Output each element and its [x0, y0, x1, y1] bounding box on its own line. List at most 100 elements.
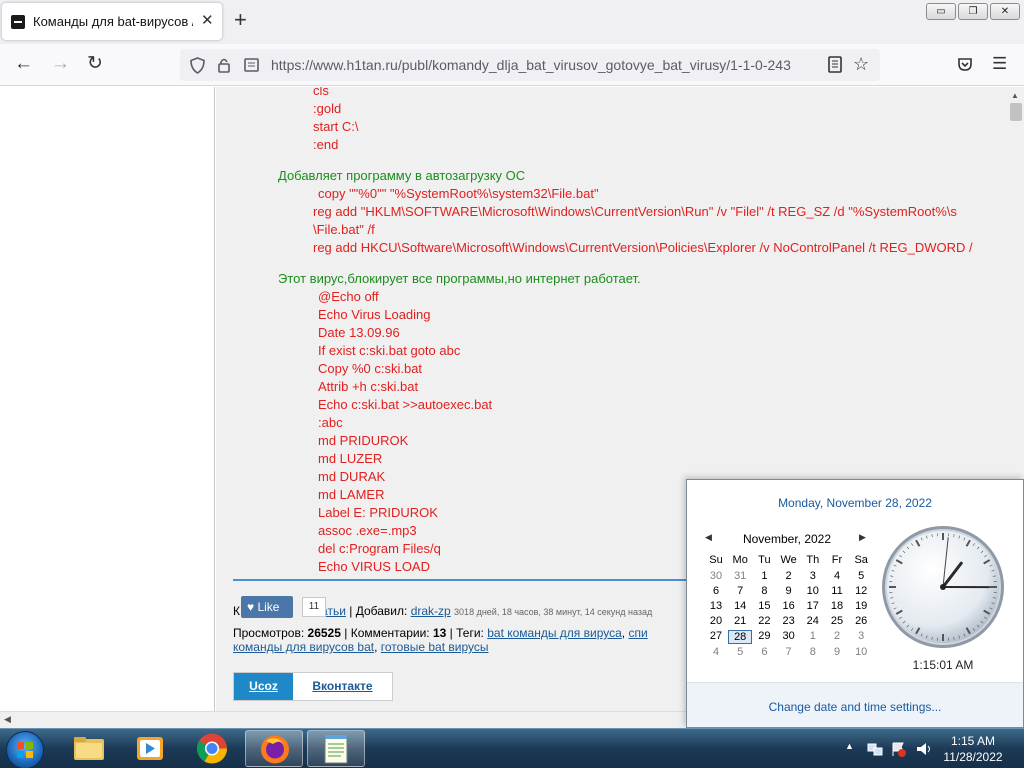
weekday-header: Fr	[831, 554, 843, 566]
taskbar-date: 11/28/2022	[943, 750, 1003, 764]
code-line: md LAMER	[318, 487, 385, 502]
code-line: :gold	[313, 101, 342, 116]
full-date-link[interactable]: Monday, November 28, 2022	[687, 496, 1023, 510]
calendar-day[interactable]: 28	[728, 630, 753, 645]
calendar-day[interactable]: 17	[801, 600, 825, 612]
tab-close-button[interactable]: ✕	[201, 11, 214, 29]
calendar-day[interactable]: 23	[777, 615, 801, 627]
calendar-day[interactable]: 13	[704, 600, 728, 612]
lock-icon[interactable]	[217, 57, 231, 74]
calendar-day[interactable]: 30	[704, 570, 728, 582]
calendar-day[interactable]: 9	[777, 585, 801, 597]
code-line: del c:Program Files/q	[318, 541, 441, 556]
start-orb-icon[interactable]	[6, 731, 44, 768]
speaker-icon[interactable]	[915, 741, 933, 757]
tray-overflow-icon[interactable]: ▲	[845, 741, 854, 751]
calendar-day[interactable]: 19	[849, 600, 873, 612]
calendar-day[interactable]: 4	[825, 570, 849, 582]
calendar-day[interactable]: 3	[801, 570, 825, 582]
bookmark-star-icon[interactable]: ☆	[853, 53, 869, 75]
calendar-day[interactable]: 8	[801, 646, 825, 658]
calendar-day[interactable]: 5	[728, 646, 752, 658]
back-arrow-icon[interactable]: ←	[14, 53, 33, 75]
calendar-day[interactable]: 7	[728, 585, 752, 597]
next-month-icon[interactable]: ▶	[859, 532, 866, 543]
shield-icon[interactable]	[190, 57, 205, 74]
firefox-taskbar-button[interactable]	[245, 730, 303, 767]
calendar-day[interactable]: 21	[728, 615, 752, 627]
page-icon[interactable]	[244, 58, 259, 72]
new-tab-button[interactable]: +	[234, 9, 247, 31]
calendar-day[interactable]: 8	[752, 585, 776, 597]
calendar-day[interactable]: 31	[728, 570, 752, 582]
calendar-day[interactable]: 2	[777, 570, 801, 582]
reload-icon[interactable]: ↻	[87, 53, 103, 75]
restore-button[interactable]: ❐	[958, 3, 988, 20]
weekday-header: Sa	[854, 554, 868, 566]
weekday-header: We	[780, 554, 797, 566]
calendar-day[interactable]: 29	[752, 630, 776, 642]
minimize-button[interactable]: ▭	[926, 3, 956, 20]
calendar-day[interactable]: 12	[849, 585, 873, 597]
calendar-day[interactable]: 1	[801, 630, 825, 642]
calendar-day[interactable]: 27	[704, 630, 728, 642]
taskbar-time: 1:15 AM	[950, 734, 996, 748]
calendar-day[interactable]: 15	[752, 600, 776, 612]
calendar-day[interactable]: 1	[752, 570, 776, 582]
calendar-day[interactable]: 24	[801, 615, 825, 627]
calendar-day[interactable]: 10	[801, 585, 825, 597]
calendar-day[interactable]: 9	[825, 646, 849, 658]
scroll-up-icon[interactable]: ▲	[1011, 91, 1019, 100]
menu-icon[interactable]: ☰	[992, 53, 1007, 75]
calendar-month[interactable]: November, 2022	[705, 532, 869, 546]
notepad-icon	[324, 735, 348, 764]
reader-icon[interactable]	[828, 56, 842, 73]
flag-icon[interactable]	[890, 741, 906, 757]
calendar-day[interactable]: 3	[849, 630, 873, 642]
calendar-day[interactable]: 20	[704, 615, 728, 627]
content-divider	[233, 579, 693, 581]
network-icon[interactable]	[867, 741, 883, 757]
calendar-day[interactable]: 6	[704, 585, 728, 597]
vk-share-button[interactable]: Вконтакте	[293, 673, 392, 700]
tag-link[interactable]: спи	[628, 626, 647, 640]
taskbar-clock[interactable]: 1:15 AM 11/28/2022	[936, 733, 1010, 765]
calendar-day[interactable]: 16	[777, 600, 801, 612]
popup-footer: Change date and time settings...	[687, 682, 1023, 727]
calendar-day[interactable]: 2	[825, 630, 849, 642]
weekday-header: Su	[709, 554, 723, 566]
calendar-day[interactable]: 10	[849, 646, 873, 658]
tag-link[interactable]: команды для вирусов bat	[233, 640, 374, 654]
author-link[interactable]: drak-zp	[411, 604, 451, 618]
browser-tab[interactable]: Команды для bat-вирусов / Го ✕	[2, 3, 222, 40]
popup-time: 1:15:01 AM	[912, 658, 974, 672]
calendar-day[interactable]: 11	[825, 585, 849, 597]
calendar-day[interactable]: 14	[728, 600, 752, 612]
tag-link[interactable]: готовые bat вирусы	[381, 640, 489, 654]
change-date-time-link[interactable]: Change date and time settings...	[687, 700, 1023, 714]
chrome-taskbar-button[interactable]	[183, 730, 241, 767]
calendar-day[interactable]: 7	[777, 646, 801, 658]
explorer-taskbar-button[interactable]	[60, 730, 118, 767]
calendar-day[interactable]: 30	[777, 630, 801, 642]
forward-arrow-icon[interactable]: →	[51, 53, 70, 75]
calendar-day[interactable]: 26	[849, 615, 873, 627]
calendar-day[interactable]: 18	[825, 600, 849, 612]
calendar-day[interactable]: 6	[752, 646, 776, 658]
weekday-header: Th	[806, 554, 820, 566]
calendar-day[interactable]: 25	[825, 615, 849, 627]
calendar-day[interactable]: 4	[704, 646, 728, 658]
calendar-day[interactable]: 5	[849, 570, 873, 582]
calendar-day[interactable]: 22	[752, 615, 776, 627]
address-bar[interactable]: https://www.h1tan.ru/publ/komandy_dlja_b…	[180, 49, 880, 81]
window-close-button[interactable]: ✕	[990, 3, 1020, 20]
tag-link[interactable]: bat команды для вируса	[487, 626, 622, 640]
scroll-left-icon[interactable]: ◀	[4, 714, 11, 725]
ucoz-share-button[interactable]: Ucoz	[234, 673, 293, 700]
scroll-thumb[interactable]	[1010, 103, 1022, 121]
like-button[interactable]: ♥ Like	[241, 596, 293, 618]
notepad-taskbar-button[interactable]	[307, 730, 365, 767]
pocket-icon[interactable]	[957, 57, 973, 72]
code-line: reg add "HKLM\SOFTWARE\Microsoft\Windows…	[313, 204, 957, 219]
media-player-taskbar-button[interactable]	[121, 730, 179, 767]
